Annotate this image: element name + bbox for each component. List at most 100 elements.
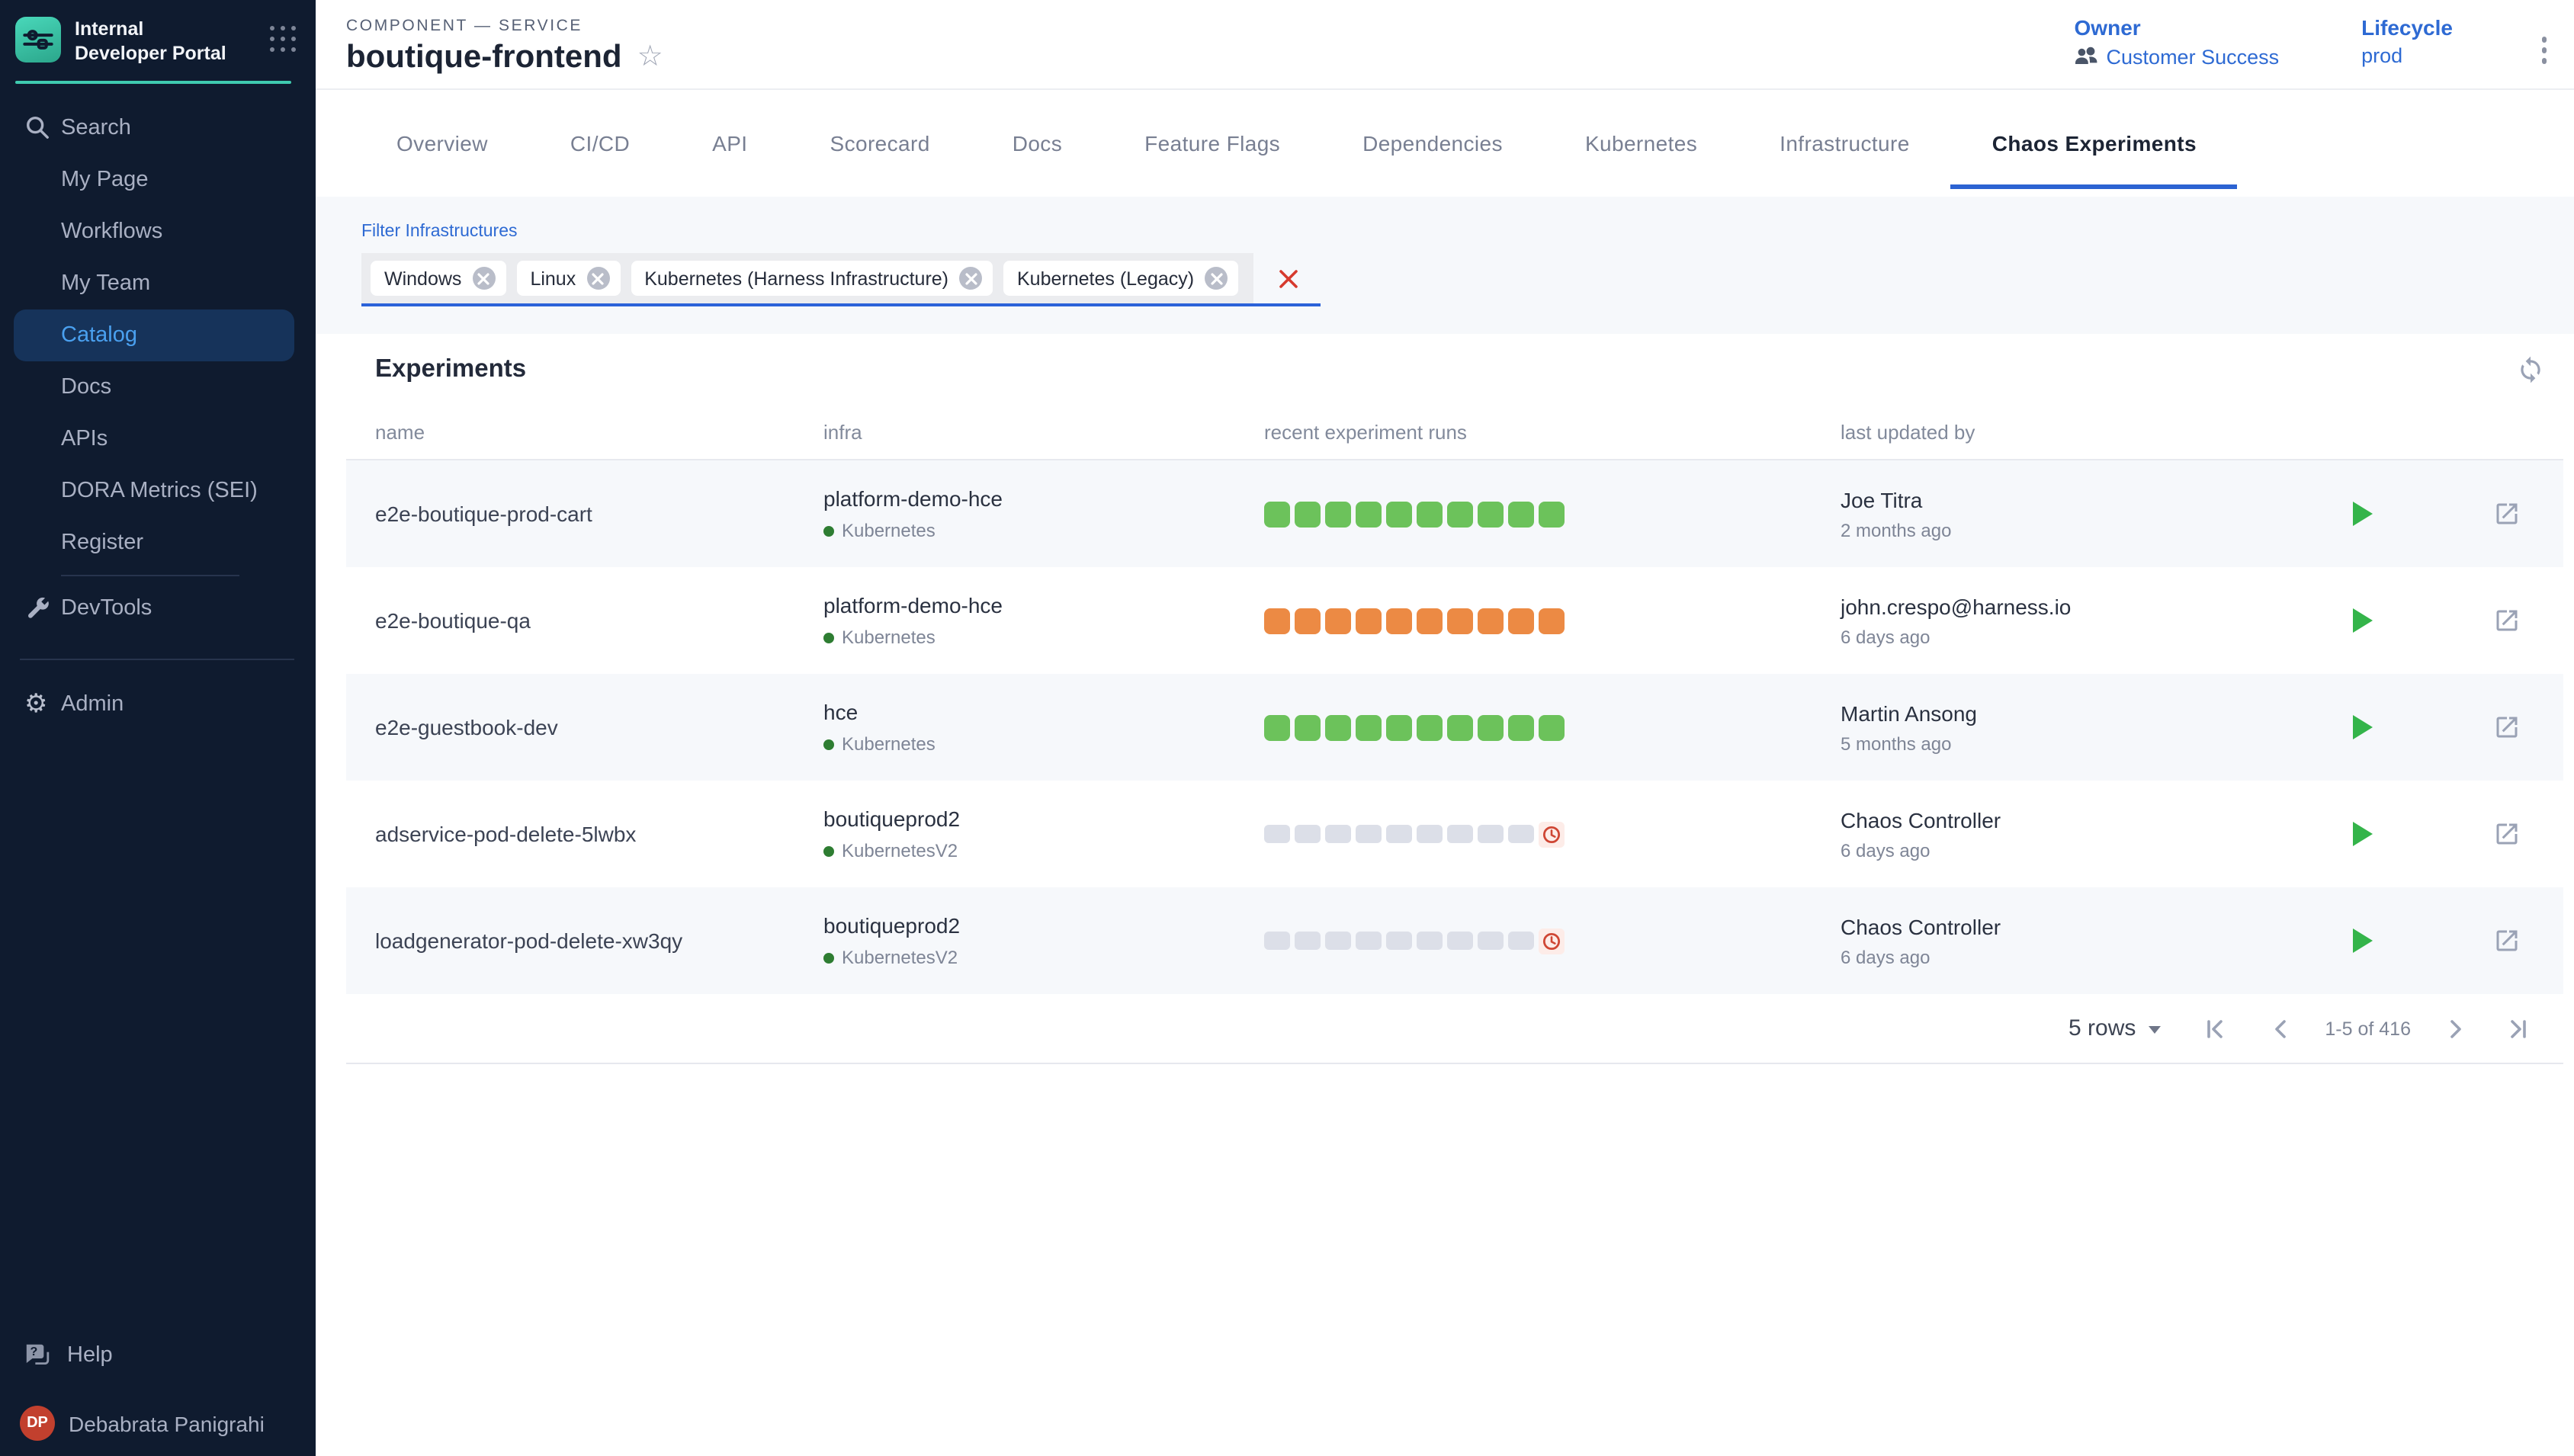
sidebar-item-my-team[interactable]: My Team bbox=[0, 257, 316, 309]
previous-page-icon[interactable] bbox=[2255, 1016, 2306, 1041]
experiment-name: e2e-guestbook-dev bbox=[375, 715, 823, 739]
run-status-square bbox=[1356, 501, 1382, 527]
experiment-name: adservice-pod-delete-5lwbx bbox=[375, 822, 823, 846]
open-external-link-icon[interactable] bbox=[2493, 500, 2521, 528]
tab-cicd[interactable]: CI/CD bbox=[529, 90, 671, 197]
tab-feature-flags[interactable]: Feature Flags bbox=[1103, 90, 1321, 197]
sidebar: Internal Developer Portal Search My Page bbox=[0, 0, 316, 1456]
sidebar-item-catalog[interactable]: Catalog bbox=[14, 309, 294, 361]
remove-chip-icon[interactable] bbox=[959, 267, 982, 290]
run-experiment-play-icon[interactable] bbox=[2353, 715, 2373, 739]
recent-runs bbox=[1264, 821, 1841, 847]
filter-chip: Linux bbox=[516, 261, 620, 296]
run-experiment-play-icon[interactable] bbox=[2353, 608, 2373, 633]
run-status-square bbox=[1356, 825, 1382, 843]
infra-name: boutiqueprod2 bbox=[823, 913, 1264, 938]
table-row[interactable]: loadgenerator-pod-delete-xw3qy boutiquep… bbox=[346, 887, 2563, 994]
first-page-icon[interactable] bbox=[2187, 1016, 2239, 1041]
tab-chaos-experiments[interactable]: Chaos Experiments bbox=[1951, 90, 2238, 197]
run-experiment-play-icon[interactable] bbox=[2353, 502, 2373, 526]
tab-dependencies[interactable]: Dependencies bbox=[1321, 90, 1544, 197]
remove-chip-icon[interactable] bbox=[586, 267, 609, 290]
more-options-kebab-icon[interactable] bbox=[2535, 28, 2553, 73]
tab-api[interactable]: API bbox=[671, 90, 788, 197]
app-grid-icon[interactable] bbox=[270, 26, 297, 53]
tab-docs[interactable]: Docs bbox=[971, 90, 1103, 197]
updated-by: Chaos Controller bbox=[1841, 807, 2344, 832]
refresh-icon[interactable] bbox=[2516, 355, 2545, 384]
nav-divider bbox=[20, 658, 294, 659]
main-area: COMPONENT — SERVICE boutique-frontend ☆ … bbox=[316, 0, 2574, 1456]
owner-label: Owner bbox=[2075, 16, 2280, 40]
run-status-square bbox=[1539, 608, 1565, 633]
infra-type: KubernetesV2 bbox=[842, 840, 958, 861]
run-status-square bbox=[1478, 501, 1504, 527]
open-external-link-icon[interactable] bbox=[2493, 927, 2521, 954]
table-row[interactable]: adservice-pod-delete-5lwbx boutiqueprod2… bbox=[346, 781, 2563, 887]
lifecycle-label: Lifecycle bbox=[2361, 16, 2453, 40]
sidebar-item-register[interactable]: Register bbox=[0, 516, 316, 568]
experiment-name: loadgenerator-pod-delete-xw3qy bbox=[375, 928, 823, 953]
filter-chip-field[interactable]: Windows Linux Kubernetes (Harness Infras… bbox=[361, 253, 1253, 303]
run-status-square bbox=[1508, 608, 1534, 633]
run-status-square bbox=[1295, 714, 1321, 740]
avatar: DP bbox=[20, 1406, 55, 1441]
open-external-link-icon[interactable] bbox=[2493, 607, 2521, 634]
gear-icon: ⚙ bbox=[24, 691, 61, 717]
run-status-square bbox=[1478, 608, 1504, 633]
tab-scorecard[interactable]: Scorecard bbox=[789, 90, 971, 197]
updated-ago: 2 months ago bbox=[1841, 519, 2344, 540]
sidebar-item-devtools[interactable]: DevTools bbox=[0, 582, 316, 633]
status-dot bbox=[823, 952, 834, 963]
search-icon bbox=[24, 114, 61, 140]
remove-chip-icon[interactable] bbox=[472, 267, 495, 290]
table-row[interactable]: e2e-boutique-qa platform-demo-hce Kubern… bbox=[346, 567, 2563, 674]
tab-kubernetes[interactable]: Kubernetes bbox=[1544, 90, 1738, 197]
filter-input[interactable]: Windows Linux Kubernetes (Harness Infras… bbox=[361, 253, 1321, 306]
wrench-icon bbox=[24, 595, 61, 621]
sidebar-item-workflows[interactable]: Workflows bbox=[0, 205, 316, 257]
open-external-link-icon[interactable] bbox=[2493, 714, 2521, 741]
status-dot bbox=[823, 845, 834, 856]
sidebar-header: Internal Developer Portal bbox=[0, 0, 316, 80]
run-status-square bbox=[1417, 932, 1443, 950]
help-label: Help bbox=[67, 1343, 113, 1368]
favorite-star-icon[interactable]: ☆ bbox=[637, 40, 663, 75]
run-experiment-play-icon[interactable] bbox=[2353, 822, 2373, 846]
column-header-runs: recent experiment runs bbox=[1264, 421, 1841, 444]
sidebar-item-dora-metrics[interactable]: DORA Metrics (SEI) bbox=[0, 464, 316, 516]
run-status-square bbox=[1386, 932, 1412, 950]
table-row[interactable]: e2e-boutique-prod-cart platform-demo-hce… bbox=[346, 460, 2563, 567]
run-status-square bbox=[1447, 608, 1473, 633]
sidebar-item-apis[interactable]: APIs bbox=[0, 412, 316, 464]
run-status-square bbox=[1478, 932, 1504, 950]
tab-infrastructure[interactable]: Infrastructure bbox=[1738, 90, 1951, 197]
updated-ago: 6 days ago bbox=[1841, 626, 2344, 647]
run-status-square bbox=[1295, 608, 1321, 633]
table-row[interactable]: e2e-guestbook-dev hce Kubernetes Martin … bbox=[346, 674, 2563, 781]
svg-text:?: ? bbox=[30, 1345, 38, 1358]
sidebar-item-admin[interactable]: ⚙ Admin bbox=[0, 678, 316, 730]
pagination: 5 rows 1-5 of 416 bbox=[346, 994, 2563, 1064]
next-page-icon[interactable] bbox=[2429, 1016, 2481, 1041]
tab-overview[interactable]: Overview bbox=[355, 90, 529, 197]
open-external-link-icon[interactable] bbox=[2493, 820, 2521, 848]
clear-all-filters-icon[interactable] bbox=[1278, 268, 1299, 289]
sidebar-bottom: ? Help DP Debabrata Panigrahi bbox=[0, 1329, 316, 1441]
status-dot bbox=[823, 739, 834, 749]
portal-logo-icon[interactable] bbox=[15, 17, 61, 63]
run-experiment-play-icon[interactable] bbox=[2353, 928, 2373, 953]
user-menu[interactable]: DP Debabrata Panigrahi bbox=[0, 1406, 316, 1441]
remove-chip-icon[interactable] bbox=[1205, 267, 1228, 290]
sidebar-item-search[interactable]: Search bbox=[0, 101, 316, 153]
sidebar-item-docs[interactable]: Docs bbox=[0, 361, 316, 412]
page-title: boutique-frontend bbox=[346, 39, 622, 75]
last-page-icon[interactable] bbox=[2493, 1016, 2545, 1041]
owner-link[interactable]: Customer Success bbox=[2075, 45, 2280, 71]
lifecycle-value: prod bbox=[2361, 45, 2453, 68]
sidebar-item-my-page[interactable]: My Page bbox=[0, 153, 316, 205]
rows-per-page-select[interactable]: 5 rows bbox=[2069, 1015, 2160, 1041]
help-button[interactable]: ? Help bbox=[0, 1329, 316, 1381]
run-timeout-clock-icon bbox=[1539, 928, 1565, 954]
run-status-square bbox=[1478, 825, 1504, 843]
